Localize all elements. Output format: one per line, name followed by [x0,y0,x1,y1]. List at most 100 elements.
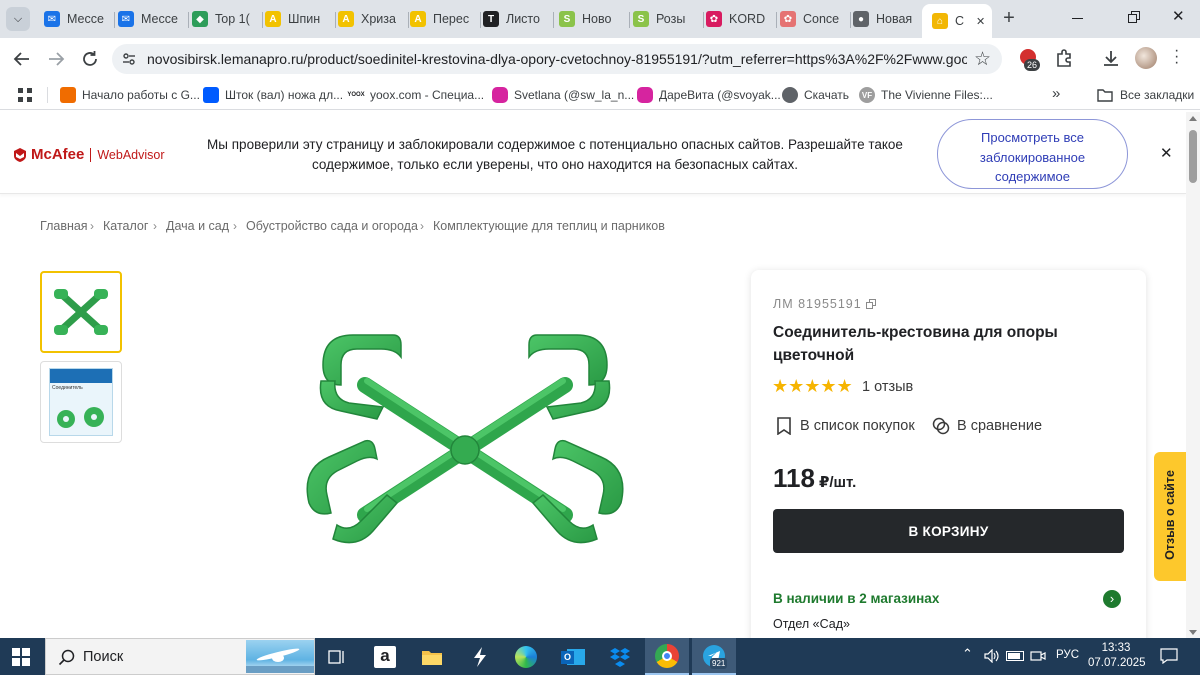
scroll-up-arrow[interactable] [1189,116,1197,121]
bookmark-1[interactable]: Начало работы с G... [60,86,200,104]
tray-overflow-icon[interactable]: ⌃ [962,646,973,662]
tab-active-lemana[interactable]: ⌂ С ✕ [922,4,992,38]
view-blocked-content-button[interactable]: Просмотреть все заблокированное содержим… [937,119,1128,189]
site-info-icon[interactable] [121,51,137,72]
camera-icon[interactable] [1030,649,1046,668]
tab-10[interactable]: ✿ KORD [706,6,768,32]
banner-close-icon[interactable]: ✕ [1160,144,1173,162]
battery-icon[interactable] [1006,651,1024,661]
bookmark-label: yoox.com - Специа... [370,88,485,102]
bookmark-label: Svetlana (@sw_la_n... [514,88,635,102]
product-sku: ЛМ 81955191 [773,297,877,311]
input-language[interactable]: РУС [1056,649,1079,661]
arrow-right-icon [49,52,65,66]
downloads-button[interactable] [1101,48,1121,73]
tab-5[interactable]: A Хриза [338,6,400,32]
address-bar[interactable]: novosibirsk.lemanapro.ru/product/soedini… [112,44,1002,74]
puzzle-icon [1057,49,1071,67]
tab-8[interactable]: S Ново [559,6,621,32]
thumbnail-2[interactable]: Соединитель [40,361,122,443]
file-explorer-icon[interactable] [417,642,447,672]
tab-7[interactable]: T Листо [483,6,545,32]
telegram-icon[interactable]: 921 [692,638,736,675]
start-button[interactable] [12,648,30,666]
tab-4[interactable]: A Шпин [265,6,327,32]
taskbar-clock[interactable]: 13:33 07.07.2025 [1088,641,1146,671]
view-blocked-line3: содержимое [995,169,1070,184]
all-bookmarks[interactable]: Все закладки [1097,86,1194,104]
forward-button[interactable] [44,47,68,71]
breadcrumb-garden-setup[interactable]: Обустройство сада и огорода [246,219,418,233]
minimize-button[interactable] [1070,10,1086,26]
bookmark-2[interactable]: Шток (вал) ножа дл... [203,86,343,104]
profile-avatar[interactable] [1135,47,1157,69]
menu-button[interactable]: · · · [1174,43,1180,71]
close-window-button[interactable]: ✕ [1172,7,1185,25]
tab-1[interactable]: ✉ Мессе [44,6,106,32]
page-scrollbar[interactable] [1186,112,1200,638]
bookmark-6[interactable]: Скачать [782,86,849,104]
bookmark-4[interactable]: Svetlana (@sw_la_n... [492,86,634,104]
bookmark-label: Шток (вал) ножа дл... [225,88,344,102]
tab-3[interactable]: ◆ Top 1( [192,6,254,32]
taskbar-search-box[interactable]: Поиск [45,638,315,675]
chrome-taskbar-icon[interactable] [645,638,689,675]
apps-grid-icon[interactable] [17,87,33,103]
scrollbar-thumb[interactable] [1189,130,1197,183]
task-view-icon[interactable] [322,642,352,672]
copy-icon[interactable] [865,298,877,310]
breadcrumb-home[interactable]: Главная [40,219,88,233]
department-label: Отдел «Сад» [773,617,850,631]
ozon-icon [203,87,219,103]
bookmark-divider [47,87,48,103]
extensions-button[interactable] [1054,48,1074,73]
tab-label: KORD [729,12,766,26]
scroll-down-arrow[interactable] [1189,630,1197,635]
reload-button[interactable] [78,47,102,71]
brand-divider [90,147,92,162]
add-to-cart-button[interactable]: В КОРЗИНУ [773,509,1124,553]
tab-9[interactable]: S Розы [633,6,695,32]
sku-text: ЛМ 81955191 [773,297,862,311]
bookmark-star-icon[interactable]: ☆ [974,48,991,71]
dropbox-icon[interactable] [605,642,635,672]
view-blocked-line2: заблокированное [979,149,1086,165]
availability-arrow-icon[interactable]: › [1103,590,1121,608]
availability-link[interactable]: В наличии в 2 магазинах [773,591,939,606]
tab-2[interactable]: ✉ Мессе [118,6,180,32]
notifications-icon[interactable] [1160,648,1178,669]
feedback-tab-label: Отзыв о сайте [1163,470,1177,560]
reviews-link[interactable]: 1 отзыв [862,379,913,395]
maximize-button[interactable] [1128,11,1142,25]
winamp-icon[interactable] [465,642,495,672]
outlook-icon[interactable]: O [558,642,588,672]
compare-button[interactable]: В сравнение [932,417,1042,435]
compare-label: В сравнение [957,418,1043,434]
tab-11[interactable]: ✿ Conce [780,6,842,32]
back-button[interactable] [10,47,34,71]
tab-12[interactable]: ● Новая [853,6,915,32]
tab-separator [629,12,630,28]
url-text[interactable]: novosibirsk.lemanapro.ru/product/soedini… [147,51,967,67]
thumbnail-1[interactable] [40,271,122,353]
amazon-icon[interactable]: a [370,642,400,672]
bookmark-5[interactable]: ДареВита (@svoyak... [637,86,781,104]
new-tab-button[interactable]: + [998,8,1020,30]
tab-search-button[interactable]: ⌵ [6,7,30,31]
tab-label: Мессе [141,12,178,26]
breadcrumb-separator: › [153,219,157,233]
add-to-list-button[interactable]: В список покупок [777,417,915,435]
edge-icon[interactable] [511,642,541,672]
product-card: ЛМ 81955191 Соединитель-крестовина для о… [751,270,1146,650]
volume-icon[interactable] [984,648,1000,668]
close-tab-icon[interactable]: ✕ [976,15,985,28]
breadcrumb-greenhouse-parts[interactable]: Комплектующие для теплиц и парников [433,219,665,233]
extension-badge-button[interactable]: 26 [1018,47,1042,71]
bookmark-3[interactable]: YOOX yoox.com - Специа... [347,86,485,104]
bookmarks-overflow-icon[interactable]: » [1052,85,1060,102]
breadcrumb-garden[interactable]: Дача и сад [166,219,229,233]
bookmark-7[interactable]: VF The Vivienne Files:... [859,86,993,104]
tab-6[interactable]: A Перес [410,6,472,32]
breadcrumb-catalog[interactable]: Каталог [103,219,148,233]
feedback-tab[interactable]: Отзыв о сайте [1154,452,1186,581]
